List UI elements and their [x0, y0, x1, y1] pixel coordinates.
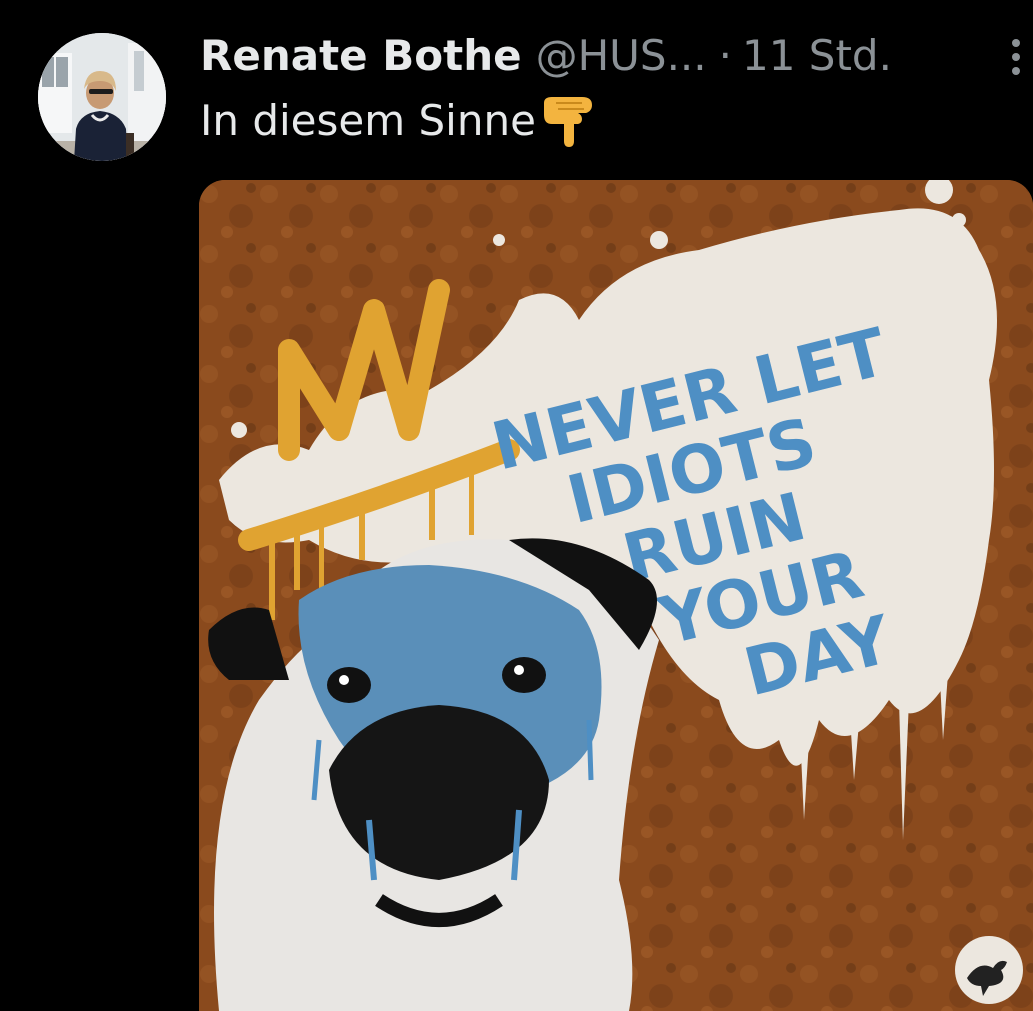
timestamp[interactable]: 11 Std.	[742, 30, 892, 82]
vertical-ellipsis-icon	[1012, 39, 1020, 75]
tweet-header: Renate Bothe @HUS... · 11 Std.	[200, 30, 1033, 82]
pointing-down-emoji-icon	[538, 93, 598, 149]
user-handle[interactable]: @HUS...	[536, 30, 707, 82]
avatar[interactable]	[38, 33, 166, 161]
more-options-button[interactable]	[1000, 34, 1032, 80]
tweet-text: In diesem Sinne	[200, 93, 598, 149]
tweet-image[interactable]: NEVER LET IDIOTS RUIN YOUR DAY	[199, 180, 1033, 1011]
separator-dot: ·	[718, 31, 732, 80]
tweet-text-content: In diesem Sinne	[200, 96, 536, 145]
display-name[interactable]: Renate Bothe	[200, 30, 522, 82]
tweet[interactable]: Renate Bothe @HUS... · 11 Std. In diesem…	[0, 0, 1033, 1011]
